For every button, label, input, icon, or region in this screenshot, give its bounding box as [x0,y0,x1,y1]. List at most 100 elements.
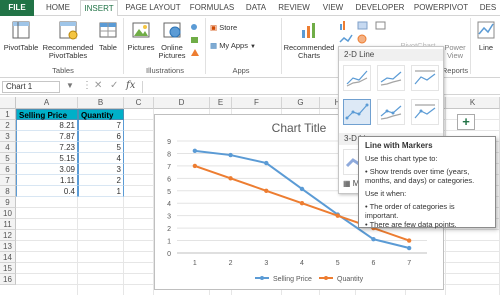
tab-design[interactable]: DES [476,0,500,16]
pivottable-button[interactable]: PivotTable [3,20,39,52]
recommended-pivottables-button[interactable]: Recommended PivotTables [41,20,95,60]
apps-group-label: Apps [232,66,250,75]
power-view-label-2: View [446,51,464,60]
name-box-dropdown-icon[interactable]: ▼ [66,81,74,90]
data-point [335,213,340,218]
name-box[interactable]: Chart 1 [2,81,60,93]
thumb-stacked-line-with-markers[interactable] [377,99,405,125]
thumb-line[interactable] [343,65,371,91]
tab-page-layout[interactable]: PAGE LAYOUT [124,0,182,16]
tab-review[interactable]: REVIEW [276,0,312,16]
cell-selling-price[interactable]: 1.11 [16,175,78,186]
column-header-b[interactable]: B [78,97,124,109]
my-apps-button[interactable]: ▦ My Apps ▼ [210,42,272,51]
ribbon-tabs: FILE HOME INSERT PAGE LAYOUT FORMULAS DA… [0,0,500,17]
column-header-k[interactable]: K [446,97,500,109]
pictures-label: Pictures [127,43,155,52]
cell-selling-price[interactable]: 0.4 [16,186,78,197]
pictures-icon [132,22,150,38]
row-header-3[interactable]: 3 [0,131,16,142]
line-sparkline-icon [477,21,495,39]
group-separator [205,18,206,74]
cell-quantity[interactable]: 7 [78,120,124,131]
y-tick-label: 4 [167,201,171,208]
row-header-9[interactable]: 9 [0,197,16,208]
tab-view[interactable]: VIEW [318,0,348,16]
chart-title[interactable]: Chart Title [272,121,327,135]
select-all-corner[interactable] [0,97,16,109]
tab-home[interactable]: HOME [42,0,74,16]
column-header-f[interactable]: F [232,97,282,109]
row-header-15[interactable]: 15 [0,263,16,274]
power-view-button[interactable]: Power View [442,44,468,60]
cancel-icon[interactable]: ✕ [94,80,102,91]
tab-powerpivot[interactable]: POWERPIVOT [412,0,470,16]
chart-type-tooltip: Line with Markers Use this chart type to… [358,136,496,229]
tab-data[interactable]: DATA [242,0,270,16]
cell-quantity[interactable]: 2 [78,175,124,186]
row-header-16[interactable]: 16 [0,274,16,285]
thumb-100-stacked-line-with-markers[interactable] [411,99,439,125]
table-label: Table [99,43,117,52]
y-tick-label: 3 [167,214,171,221]
cell-selling-price[interactable]: 8.21 [16,120,78,131]
my-apps-label: My Apps [219,41,248,50]
y-tick-label: 9 [167,139,171,146]
y-tick-label: 1 [167,239,171,246]
column-header-e[interactable]: E [210,97,232,109]
column-header-d[interactable]: D [154,97,210,109]
thumb-100-stacked-line[interactable] [411,65,439,91]
row-header-11[interactable]: 11 [0,219,16,230]
shapes-icon[interactable] [189,22,203,58]
insert-function-button[interactable]: fx [126,80,135,91]
row-header-1[interactable]: 1 [0,109,16,120]
cell-selling-price[interactable]: 7.87 [16,131,78,142]
row-header-7[interactable]: 7 [0,175,16,186]
row-header-8[interactable]: 8 [0,186,16,197]
tab-formulas[interactable]: FORMULAS [189,0,235,16]
cell-quantity[interactable]: 1 [78,186,124,197]
enter-icon[interactable]: ✓ [110,80,118,91]
header-quantity[interactable]: Quantity [78,109,124,120]
cell-selling-price[interactable]: 7.23 [16,142,78,153]
row-header-6[interactable]: 6 [0,164,16,175]
legend-marker [260,276,264,280]
data-point [228,152,233,158]
header-selling-price[interactable]: Selling Price [16,109,78,120]
x-tick-label: 4 [300,260,304,267]
tab-insert[interactable]: INSERT [80,0,118,17]
more-line-charts-link[interactable]: ▦ M [343,179,359,188]
row-header-12[interactable]: 12 [0,230,16,241]
cell-quantity[interactable]: 4 [78,153,124,164]
cell-selling-price[interactable]: 3.09 [16,164,78,175]
group-separator [123,18,124,74]
cell-quantity[interactable]: 3 [78,164,124,175]
column-header-a[interactable]: A [16,97,78,109]
row-header-14[interactable]: 14 [0,252,16,263]
cell-quantity[interactable]: 6 [78,131,124,142]
thumb-line-with-markers[interactable] [343,99,371,125]
row-header-5[interactable]: 5 [0,153,16,164]
recommended-charts-button[interactable]: Recommended Charts [283,20,335,60]
tab-developer[interactable]: DEVELOPER [355,0,405,16]
table-button[interactable]: Table [96,20,120,52]
add-chart-element-button[interactable]: + [457,114,475,130]
row-header-13[interactable]: 13 [0,241,16,252]
tooltip-line-3: Use it when: [365,189,407,198]
tab-file[interactable]: FILE [0,0,34,16]
thumb-stacked-line[interactable] [377,65,405,91]
y-tick-label: 0 [167,251,171,258]
online-pictures-button[interactable]: Online Pictures [157,20,187,60]
store-button[interactable]: ▣ Store [210,24,258,32]
chart-type-icons[interactable] [338,20,394,48]
pictures-button[interactable]: Pictures [126,20,156,52]
row-header-10[interactable]: 10 [0,208,16,219]
row-header-4[interactable]: 4 [0,142,16,153]
cell-quantity[interactable]: 5 [78,142,124,153]
group-separator [281,18,282,74]
column-header-g[interactable]: G [282,97,320,109]
line-sparkline-button[interactable]: Line [474,20,498,52]
cell-selling-price[interactable]: 5.15 [16,153,78,164]
row-header-2[interactable]: 2 [0,120,16,131]
column-header-c[interactable]: C [124,97,154,109]
